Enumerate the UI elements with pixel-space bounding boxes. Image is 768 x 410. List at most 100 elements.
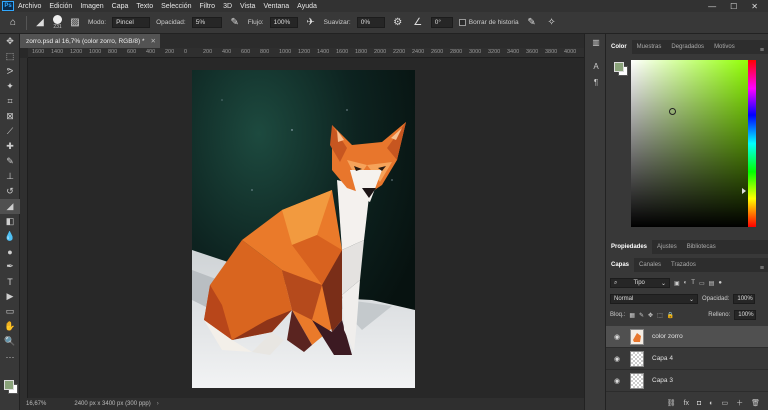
eye-icon[interactable]: ◉	[610, 333, 624, 341]
menu-capa[interactable]: Capa	[112, 3, 129, 10]
filter-smart-icon[interactable]: ▤	[709, 280, 715, 287]
menu-ventana[interactable]: Ventana	[263, 3, 289, 10]
hue-slider[interactable]	[748, 60, 756, 227]
angle-field[interactable]: 0°	[430, 17, 453, 28]
link-layers-icon[interactable]: ⛓	[667, 399, 676, 407]
magic-wand-icon[interactable]: ✦	[0, 79, 20, 94]
type-tool-icon[interactable]: T	[0, 274, 20, 289]
flow-field[interactable]: 100%	[269, 17, 298, 28]
mode-select[interactable]: Pincel	[112, 17, 151, 28]
menu-edicion[interactable]: Edición	[49, 3, 72, 10]
menu-texto[interactable]: Texto	[136, 3, 153, 10]
brush-settings-icon[interactable]: ▨	[68, 16, 82, 30]
healing-brush-icon[interactable]: ✚	[0, 139, 20, 154]
clone-stamp-icon[interactable]: ⊥	[0, 169, 20, 184]
photoshop-logo[interactable]: Ps	[2, 1, 14, 11]
filter-shape-icon[interactable]: ▭	[699, 280, 705, 287]
paragraph-panel-icon[interactable]: ¶	[585, 74, 607, 90]
tab-color[interactable]: Color	[606, 40, 632, 54]
fill-field[interactable]: 100%	[734, 310, 757, 320]
close-icon[interactable]: ✕	[751, 2, 758, 11]
filter-type-icon[interactable]: T	[691, 280, 695, 286]
tab-capas[interactable]: Capas	[606, 258, 635, 272]
eraser-tool-icon[interactable]: ◢	[0, 199, 20, 214]
menu-3d[interactable]: 3D	[223, 3, 232, 10]
angle-icon[interactable]: ∠	[411, 16, 425, 30]
layer-opacity-field[interactable]: 100%	[733, 294, 756, 304]
lasso-tool-icon[interactable]: ᕗ	[0, 64, 20, 79]
opacity-field[interactable]: 5%	[191, 17, 222, 28]
tab-muestras[interactable]: Muestras	[632, 40, 667, 54]
eyedropper-icon[interactable]: ⟋	[0, 124, 20, 139]
brush-tool-icon[interactable]: ✎	[0, 154, 20, 169]
color-foreground-swatch[interactable]	[614, 62, 624, 72]
minimize-icon[interactable]: —	[708, 2, 716, 11]
hue-slider-marker[interactable]	[742, 188, 746, 194]
eye-icon[interactable]: ◉	[610, 355, 624, 363]
menu-ayuda[interactable]: Ayuda	[297, 3, 317, 10]
maximize-icon[interactable]: ☐	[730, 2, 737, 11]
trash-icon[interactable]: 🗑	[751, 399, 760, 407]
eye-icon[interactable]: ◉	[610, 377, 624, 385]
crop-tool-icon[interactable]: ⌗	[0, 94, 20, 109]
marquee-tool-icon[interactable]: ⬚	[0, 49, 20, 64]
layer-mask-icon[interactable]: ◘	[697, 400, 701, 407]
history-brush-icon[interactable]: ↺	[0, 184, 20, 199]
layer-row[interactable]: ◉ color zorro	[606, 326, 768, 348]
gear-icon[interactable]: ⚙	[391, 16, 405, 30]
tab-canales[interactable]: Canales	[634, 258, 666, 272]
document-tab[interactable]: zorro.psd al 16,7% (color zorro, RGB/8) …	[20, 34, 160, 48]
lock-transparent-icon[interactable]: ▦	[629, 312, 635, 319]
adjustment-layer-icon[interactable]: ◐	[709, 400, 713, 407]
character-panel-icon[interactable]: A	[585, 58, 607, 74]
erase-history-checkbox[interactable]: Borrar de historia	[458, 19, 519, 26]
pressure-size-icon[interactable]: ✎	[525, 16, 539, 30]
filter-adjust-icon[interactable]: ◐	[684, 280, 688, 286]
menu-seleccion[interactable]: Selección	[161, 3, 191, 10]
move-tool-icon[interactable]: ✥	[0, 34, 20, 49]
group-folder-icon[interactable]: ▭	[721, 399, 728, 407]
menu-vista[interactable]: Vista	[240, 3, 255, 10]
layer-row[interactable]: ◉ Capa 3	[606, 370, 768, 392]
zoom-tool-icon[interactable]: 🔍	[0, 334, 20, 349]
blend-mode-select[interactable]: Normal ⌄	[610, 294, 698, 304]
smoothing-field[interactable]: 0%	[356, 17, 385, 28]
color-picker-cursor[interactable]	[669, 108, 676, 115]
document-canvas[interactable]	[192, 70, 415, 388]
lock-all-icon[interactable]: 🔒	[667, 312, 674, 319]
tab-ajustes[interactable]: Ajustes	[652, 240, 682, 254]
layer-row[interactable]: ◉ Capa 4	[606, 348, 768, 370]
frame-tool-icon[interactable]: ⊠	[0, 109, 20, 124]
tab-trazados[interactable]: Trazados	[666, 258, 701, 272]
dodge-tool-icon[interactable]: ●	[0, 244, 20, 259]
brush-preset-picker[interactable]: 231	[53, 15, 62, 30]
lock-paint-icon[interactable]: ✎	[639, 312, 644, 319]
menu-filtro[interactable]: Filtro	[200, 3, 216, 10]
foreground-color-swatch[interactable]	[4, 380, 14, 390]
lock-artboard-icon[interactable]: ⬚	[657, 312, 663, 319]
status-menu-icon[interactable]: ›	[157, 401, 159, 407]
history-panel-icon[interactable]: ▥	[585, 34, 607, 50]
saturation-brightness-field[interactable]	[631, 60, 751, 227]
layers-menu-icon[interactable]: ≡	[760, 265, 764, 272]
layer-filter-select[interactable]: ⌕ Tipo ⌄	[610, 278, 670, 288]
tab-bibliotecas[interactable]: Bibliotecas	[682, 240, 721, 254]
checkbox-box[interactable]	[458, 19, 466, 26]
fx-icon[interactable]: fx	[684, 400, 689, 407]
tab-motivos[interactable]: Motivos	[709, 40, 740, 54]
menu-archivo[interactable]: Archivo	[18, 3, 41, 10]
zoom-level[interactable]: 16,67%	[26, 401, 46, 407]
symmetry-icon[interactable]: ✧	[545, 16, 559, 30]
airbrush-icon[interactable]: ✈	[304, 16, 318, 30]
path-selection-icon[interactable]: ▶	[0, 289, 20, 304]
lock-move-icon[interactable]: ✥	[648, 312, 653, 319]
close-tab-icon[interactable]: ✕	[151, 37, 156, 45]
eraser-tool-preset-icon[interactable]: ◢	[33, 16, 47, 30]
filter-toggle-icon[interactable]: ●	[718, 280, 722, 286]
blur-tool-icon[interactable]: 💧	[0, 229, 20, 244]
filter-pixel-icon[interactable]: ▣	[674, 280, 680, 287]
new-layer-icon[interactable]: ＋	[736, 398, 743, 408]
pen-tool-icon[interactable]: ✒	[0, 259, 20, 274]
hand-tool-icon[interactable]: ✋	[0, 319, 20, 334]
paint-bucket-icon[interactable]: ◧	[0, 214, 20, 229]
